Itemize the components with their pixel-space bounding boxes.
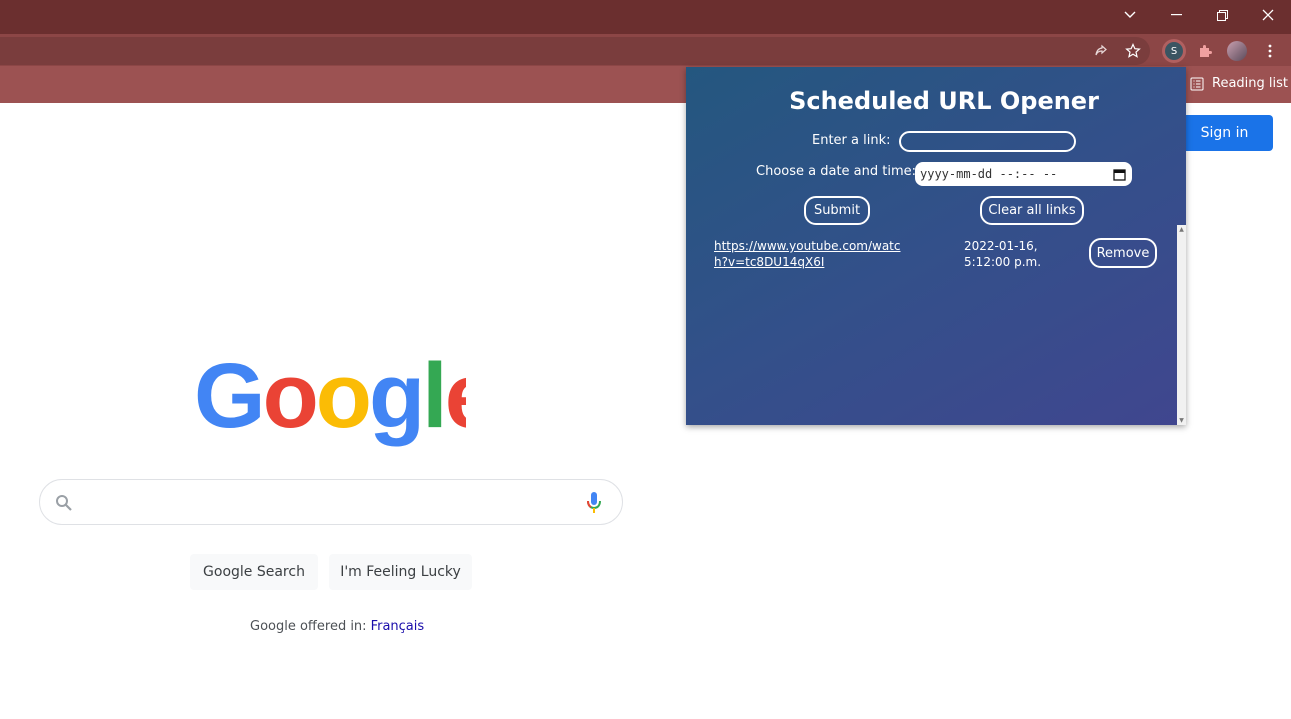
bookmark-star-icon[interactable] xyxy=(1122,40,1144,62)
google-search-input[interactable] xyxy=(39,479,623,525)
extension-popup: Scheduled URL Opener Enter a link: Choos… xyxy=(686,67,1186,425)
link-label: Enter a link: xyxy=(812,133,891,148)
submit-button[interactable]: Submit xyxy=(804,196,870,225)
popup-scrollbar[interactable]: ▲ ▼ xyxy=(1177,225,1186,425)
svg-text:Google: Google xyxy=(194,352,466,447)
popup-title: Scheduled URL Opener xyxy=(789,87,1099,115)
extension-badge: S xyxy=(1165,42,1183,60)
search-icon xyxy=(56,495,72,511)
extensions-puzzle-icon[interactable] xyxy=(1194,40,1216,62)
sign-in-button[interactable]: Sign in xyxy=(1176,115,1273,151)
window-titlebar xyxy=(0,0,1291,34)
restore-icon[interactable] xyxy=(1199,0,1245,30)
calendar-icon[interactable] xyxy=(1113,168,1126,181)
close-icon[interactable] xyxy=(1245,0,1291,30)
scheduled-link[interactable]: https://www.youtube.com/watch?v=tc8DU14q… xyxy=(714,238,904,270)
scheduled-time: 2022-01-16, 5:12:00 p.m. xyxy=(964,239,1042,269)
scroll-down-icon[interactable]: ▼ xyxy=(1177,416,1186,425)
offered-in-text: Google offered in: Français xyxy=(250,619,424,634)
more-menu-icon[interactable] xyxy=(1259,40,1281,62)
share-icon[interactable] xyxy=(1090,40,1112,62)
browser-toolbar: S xyxy=(0,34,1291,66)
language-link-francais[interactable]: Français xyxy=(371,619,425,634)
datetime-placeholder: yyyy-mm-dd --:-- -- xyxy=(920,167,1058,181)
microphone-icon[interactable] xyxy=(586,491,602,515)
minimize-icon[interactable] xyxy=(1153,0,1199,30)
link-input[interactable] xyxy=(899,131,1076,152)
reading-list-button[interactable]: Reading list xyxy=(1190,76,1288,91)
scroll-up-icon[interactable]: ▲ xyxy=(1177,225,1186,234)
datetime-label: Choose a date and time: xyxy=(756,164,917,179)
clear-all-links-button[interactable]: Clear all links xyxy=(980,196,1084,225)
address-bar[interactable] xyxy=(0,37,1150,65)
offered-in-label: Google offered in: xyxy=(250,619,367,634)
tab-search-chevron-icon[interactable] xyxy=(1107,0,1153,30)
profile-avatar[interactable] xyxy=(1226,40,1248,62)
extension-s-icon[interactable]: S xyxy=(1162,39,1186,63)
datetime-input[interactable]: yyyy-mm-dd --:-- -- xyxy=(915,162,1132,186)
reading-list-label: Reading list xyxy=(1212,76,1288,91)
google-search-button[interactable]: Google Search xyxy=(190,554,318,590)
google-logo: Google xyxy=(194,352,466,447)
remove-button[interactable]: Remove xyxy=(1089,238,1157,268)
feeling-lucky-button[interactable]: I'm Feeling Lucky xyxy=(329,554,472,590)
